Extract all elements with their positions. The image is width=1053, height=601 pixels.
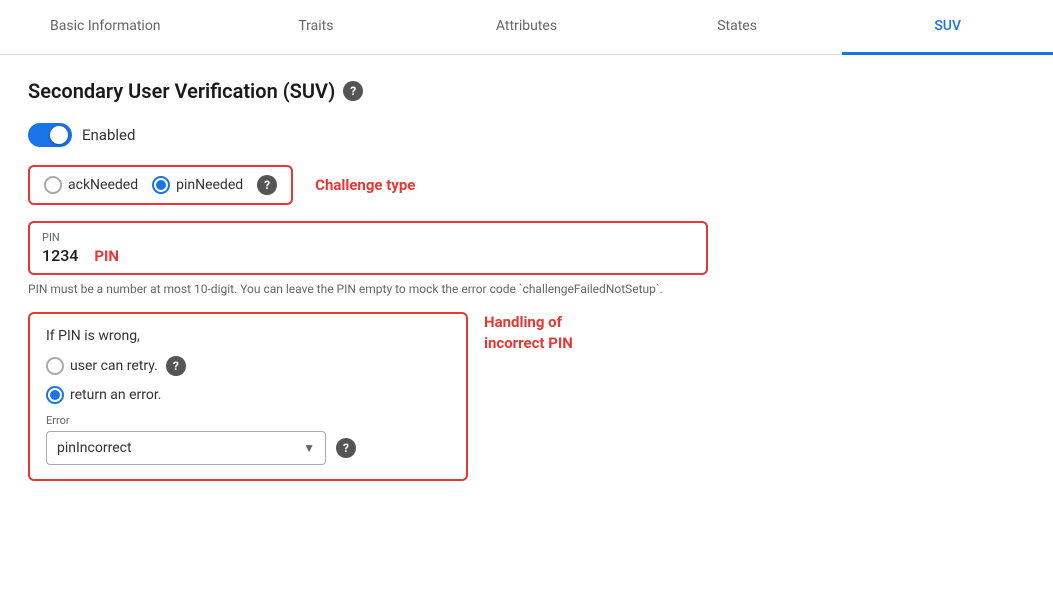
handling-annotation: Handling of incorrect PIN	[484, 312, 573, 354]
dropdown-arrow-icon: ▼	[303, 441, 315, 455]
radio-pin-inner	[156, 180, 166, 190]
incorrect-pin-box: If PIN is wrong, user can retry. ? retur…	[28, 312, 468, 481]
radio-pin-needed[interactable]: pinNeeded	[152, 176, 243, 194]
section-title: Secondary User Verification (SUV) ?	[28, 79, 672, 103]
handling-annotation-line2: incorrect PIN	[484, 333, 573, 354]
dropdown-row: pinIncorrect ▼ ?	[46, 431, 450, 465]
radio-retry-row: user can retry. ?	[46, 356, 450, 376]
radio-ack-outer	[44, 176, 62, 194]
challenge-type-row: ackNeeded pinNeeded ? Challenge type	[28, 165, 672, 205]
main-content: Secondary User Verification (SUV) ? Enab…	[0, 55, 700, 505]
pin-field-label: PIN	[42, 231, 694, 244]
pin-annotation: PIN	[94, 247, 119, 265]
error-dropdown[interactable]: pinIncorrect ▼	[46, 431, 326, 465]
challenge-type-annotation: Challenge type	[315, 176, 415, 194]
radio-retry-outer	[46, 357, 64, 375]
error-help-icon[interactable]: ?	[336, 438, 356, 458]
challenge-help-icon[interactable]: ?	[257, 175, 277, 195]
challenge-type-box: ackNeeded pinNeeded ?	[28, 165, 293, 205]
radio-pin-label: pinNeeded	[176, 177, 243, 193]
radio-ack-label: ackNeeded	[68, 177, 138, 193]
tab-basic-information[interactable]: Basic Information	[0, 0, 211, 55]
error-dropdown-section: Error pinIncorrect ▼ ?	[46, 414, 450, 465]
retry-help-icon[interactable]: ?	[166, 356, 186, 376]
enabled-toggle-row: Enabled	[28, 123, 672, 147]
radio-error-outer	[46, 386, 64, 404]
radio-retry[interactable]: user can retry.	[46, 357, 158, 375]
radio-pin-outer	[152, 176, 170, 194]
pin-value-row: 1234 PIN	[42, 246, 694, 265]
tab-attributes[interactable]: Attributes	[421, 0, 632, 55]
radio-error-inner	[50, 390, 60, 400]
pin-value: 1234	[42, 246, 78, 265]
pin-section: PIN 1234 PIN PIN must be a number at mos…	[28, 221, 672, 298]
tab-states[interactable]: States	[632, 0, 843, 55]
radio-retry-label: user can retry.	[70, 358, 158, 374]
pin-input-wrapper[interactable]: PIN 1234 PIN	[28, 221, 708, 275]
tab-traits[interactable]: Traits	[211, 0, 422, 55]
enabled-label: Enabled	[82, 126, 135, 144]
title-help-icon[interactable]: ?	[343, 81, 363, 101]
enabled-toggle[interactable]	[28, 123, 72, 147]
radio-error-row: return an error.	[46, 386, 450, 404]
radio-error[interactable]: return an error.	[46, 386, 161, 404]
radio-ack-needed[interactable]: ackNeeded	[44, 176, 138, 194]
tab-bar: Basic Information Traits Attributes Stat…	[0, 0, 1053, 55]
radio-error-label: return an error.	[70, 387, 161, 403]
tab-suv[interactable]: SUV	[842, 0, 1053, 55]
incorrect-pin-title: If PIN is wrong,	[46, 328, 450, 344]
handling-annotation-line1: Handling of	[484, 312, 573, 333]
incorrect-pin-row: If PIN is wrong, user can retry. ? retur…	[28, 312, 672, 481]
page-title-text: Secondary User Verification (SUV)	[28, 79, 335, 103]
error-dropdown-label: Error	[46, 414, 450, 427]
pin-hint: PIN must be a number at most 10-digit. Y…	[28, 281, 672, 298]
error-dropdown-value: pinIncorrect	[57, 440, 132, 456]
